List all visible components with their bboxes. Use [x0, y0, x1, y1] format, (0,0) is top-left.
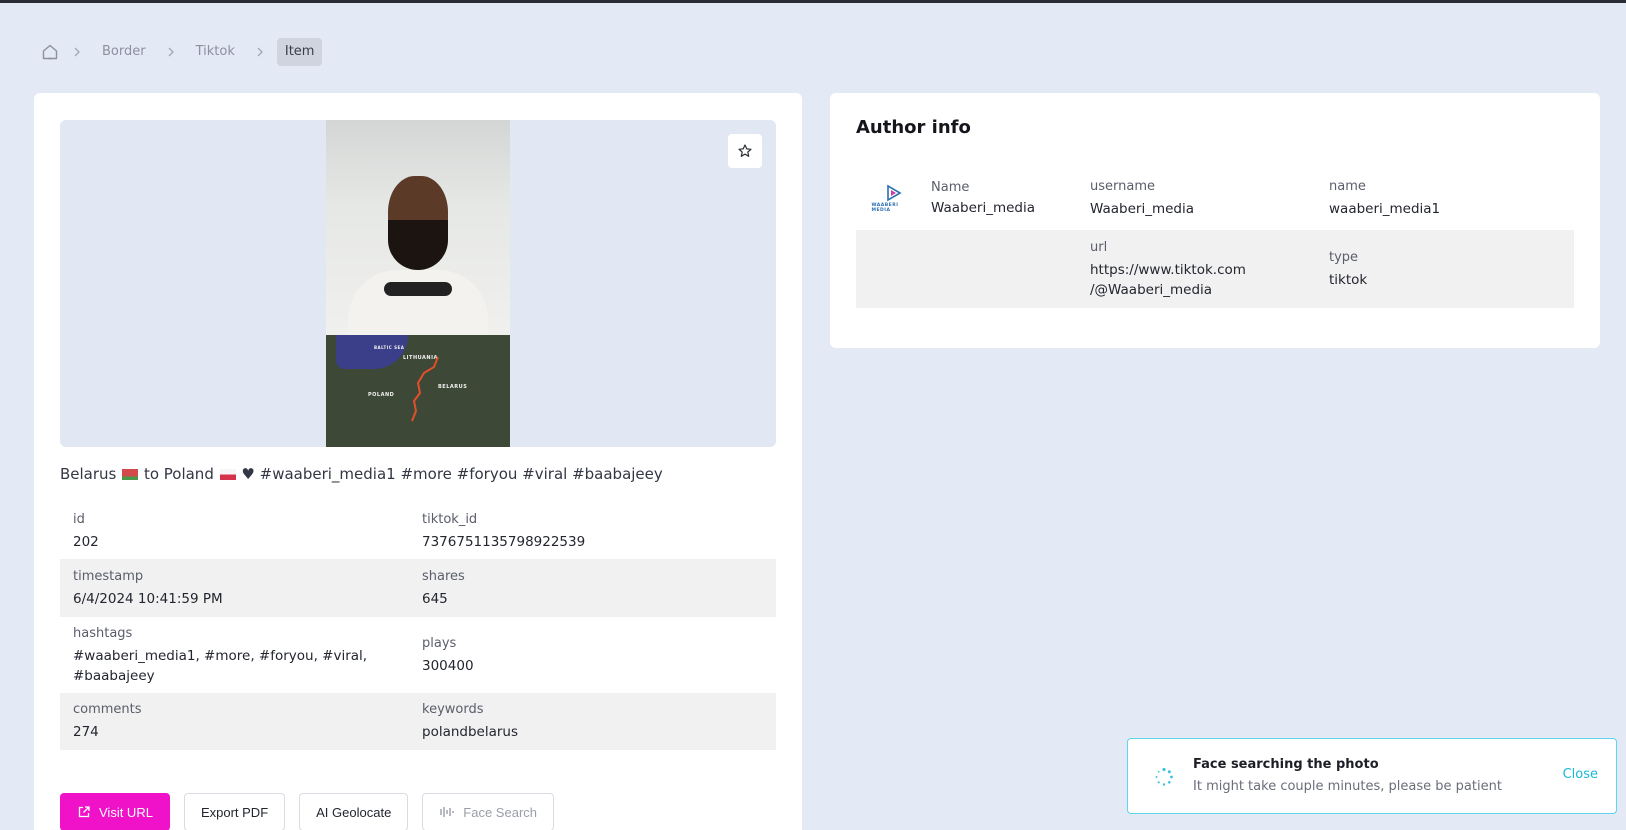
- detail-row: id 202 tiktok_id 7376751135798922539: [73, 511, 586, 550]
- author-info-title: Author info: [856, 117, 971, 138]
- toast-close-button[interactable]: Close: [1563, 767, 1598, 782]
- visit-url-button[interactable]: Visit URL: [60, 793, 170, 830]
- border-route-line: [411, 356, 439, 422]
- detail-row: timestamp 6/4/2024 10:41:59 PM shares 64…: [60, 559, 776, 617]
- favorite-button[interactable]: [728, 134, 762, 168]
- loading-bars-icon: [440, 807, 454, 817]
- avatar: WAABERI MEDIA: [872, 177, 916, 221]
- detail-row: hashtags #waaberi_media1, #more, #foryou…: [73, 625, 474, 684]
- author-info-card: Author info WAABERI MEDIA Name Waaberi_m…: [830, 93, 1600, 348]
- face-search-button[interactable]: Face Search: [422, 793, 554, 830]
- export-pdf-button[interactable]: Export PDF: [183, 793, 286, 830]
- top-bar: [0, 0, 1626, 3]
- post-card: BALTIC SEA LITHUANIA POLAND BELARUS Bela…: [34, 93, 802, 830]
- home-icon[interactable]: [40, 42, 60, 62]
- media-preview: BALTIC SEA LITHUANIA POLAND BELARUS: [60, 120, 776, 447]
- chevron-right-icon: [154, 47, 188, 57]
- poland-flag-icon: [219, 469, 236, 480]
- star-icon: [738, 144, 752, 157]
- belarus-flag-icon: [122, 469, 139, 480]
- breadcrumb: Border Tiktok Item: [40, 38, 323, 66]
- author-url-link[interactable]: https://www.tiktok.com /@Waaberi_media: [1090, 260, 1329, 300]
- face-search-toast: Face searching the photo It might take c…: [1127, 738, 1617, 814]
- toast-title: Face searching the photo: [1193, 757, 1379, 772]
- headphones-shape: [384, 282, 452, 296]
- video-thumbnail[interactable]: BALTIC SEA LITHUANIA POLAND BELARUS: [326, 120, 510, 447]
- author-row: WAABERI MEDIA Name Waaberi_media usernam…: [856, 167, 1574, 230]
- chevron-right-icon: [243, 47, 277, 57]
- action-bar: Visit URL Export PDF AI Geolocate Face S…: [60, 793, 554, 830]
- spinner-icon: [1155, 767, 1173, 786]
- author-row: url https://www.tiktok.com /@Waaberi_med…: [856, 230, 1574, 308]
- video-frame-person: [326, 120, 510, 340]
- chevron-right-icon: [60, 47, 94, 57]
- post-details-table: id 202 tiktok_id 7376751135798922539 tim…: [60, 503, 776, 750]
- post-caption: Belarus to Poland ♥ #waaberi_media1 #mor…: [60, 465, 663, 483]
- ai-geolocate-button[interactable]: AI Geolocate: [299, 793, 409, 830]
- breadcrumb-item-tiktok[interactable]: Tiktok: [188, 38, 243, 66]
- video-frame-map: BALTIC SEA LITHUANIA POLAND BELARUS: [326, 335, 510, 447]
- breadcrumb-item-current: Item: [276, 38, 323, 66]
- breadcrumb-item-border[interactable]: Border: [94, 38, 154, 66]
- external-link-icon: [78, 806, 90, 818]
- author-info-table: WAABERI MEDIA Name Waaberi_media usernam…: [856, 167, 1574, 308]
- detail-row: comments 274 keywords polandbelarus: [60, 693, 776, 750]
- play-logo-icon: [886, 184, 902, 202]
- toast-subtitle: It might take couple minutes, please be …: [1193, 779, 1502, 794]
